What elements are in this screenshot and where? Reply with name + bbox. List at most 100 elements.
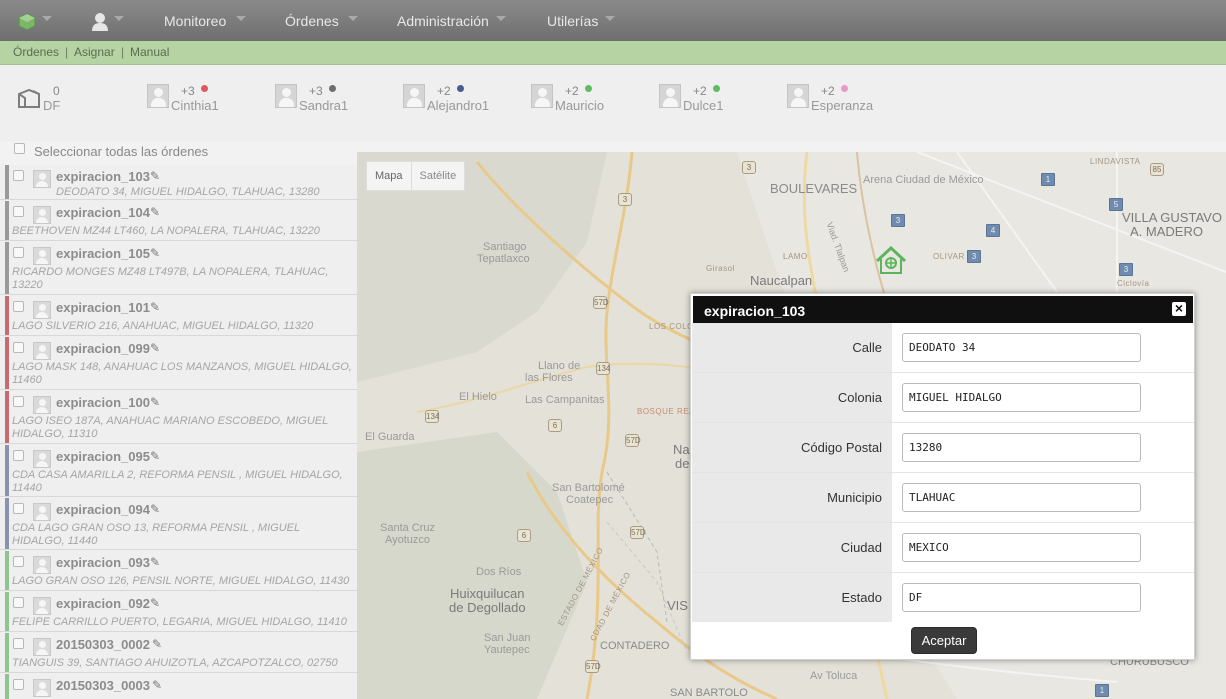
road-marker: 5 [1109, 198, 1123, 211]
agent-item[interactable]: +3 Sandra1 [275, 84, 365, 114]
subnav-asignar-link[interactable]: Asignar [74, 45, 115, 59]
map-label: Santa Cruz [380, 522, 436, 534]
order-checkbox[interactable] [13, 206, 24, 217]
form-label-cell: Ciudad [692, 523, 892, 572]
order-name[interactable]: expiracion_105 [56, 246, 150, 261]
order-name[interactable]: expiracion_095 [56, 449, 150, 464]
order-checkbox[interactable] [13, 503, 24, 514]
user-menu-caret-icon[interactable] [114, 16, 124, 21]
pencil-edit-icon[interactable]: ✎ [152, 637, 162, 651]
nav-ordenes[interactable]: Órdenes [285, 13, 339, 29]
cube-logo-icon[interactable] [18, 13, 36, 31]
list-item[interactable]: expiracion_092 ✎ FELIPE CARRILLO PUERTO,… [0, 592, 357, 632]
form-row-codigo-postal: Código Postal 13280 [692, 423, 1194, 473]
list-item[interactable]: expiracion_101 ✎ LAGO SILVERIO 216, ANAH… [0, 296, 357, 336]
list-item[interactable]: expiracion_099 ✎ LAGO MASK 148, ANAHUAC … [0, 337, 357, 390]
order-checkbox[interactable] [13, 170, 24, 181]
pencil-edit-icon[interactable]: ✎ [152, 678, 162, 692]
field-label: Ciudad [840, 540, 882, 555]
order-color-stripe [5, 296, 9, 335]
map-label: LINDAVISTA [1090, 157, 1141, 166]
order-checkbox[interactable] [13, 556, 24, 567]
order-name[interactable]: expiracion_100 [56, 395, 150, 410]
list-item[interactable]: expiracion_105 ✎ RICARDO MONGES MZ48 LT4… [0, 242, 357, 295]
order-name[interactable]: expiracion_103 [56, 169, 150, 184]
pencil-edit-icon[interactable]: ✎ [150, 169, 160, 183]
nav-monitoreo[interactable]: Monitoreo [164, 13, 226, 29]
logo-menu-caret-icon[interactable] [42, 16, 52, 21]
order-color-stripe [5, 242, 9, 294]
home-location-marker-icon[interactable] [873, 245, 909, 277]
order-name[interactable]: 20150303_0003 [56, 678, 150, 693]
agent-avatar [33, 206, 51, 224]
order-checkbox[interactable] [13, 301, 24, 312]
list-item[interactable]: expiracion_093 ✎ LAGO GRAN OSO 126, PENS… [0, 551, 357, 591]
agent-item[interactable]: +3 Cinthia1 [147, 84, 237, 114]
pencil-edit-icon[interactable]: ✎ [150, 205, 160, 219]
municipio-field[interactable]: TLAHUAC [902, 483, 1141, 512]
order-name[interactable]: expiracion_104 [56, 205, 150, 220]
agent-status-dot [201, 85, 208, 92]
list-item[interactable]: expiracion_094 ✎ CDA LAGO GRAN OSO 13, R… [0, 498, 357, 550]
pencil-edit-icon[interactable]: ✎ [150, 449, 160, 463]
nav-utilerias[interactable]: Utilerías [547, 13, 598, 29]
pencil-edit-icon[interactable]: ✎ [150, 246, 160, 260]
agent-item[interactable]: +2 Mauricio [531, 84, 621, 114]
codigo-postal-field[interactable]: 13280 [902, 433, 1141, 462]
pencil-edit-icon[interactable]: ✎ [150, 502, 160, 516]
subnav-manual-link[interactable]: Manual [130, 45, 169, 59]
user-menu-icon[interactable] [90, 12, 110, 32]
pencil-edit-icon[interactable]: ✎ [150, 555, 160, 569]
order-name[interactable]: expiracion_094 [56, 502, 150, 517]
subnav-ordenes-link[interactable]: Órdenes [13, 45, 59, 59]
agent-status-dot [713, 85, 720, 92]
colonia-field[interactable]: MIGUEL HIDALGO [902, 383, 1141, 412]
order-name[interactable]: expiracion_093 [56, 555, 150, 570]
highway-shield: 3 [618, 193, 632, 206]
form-label-cell: Municipio [692, 473, 892, 522]
list-item[interactable]: expiracion_100 ✎ LAGO ISEO 187A, ANAHUAC… [0, 391, 357, 444]
pencil-edit-icon[interactable]: ✎ [150, 300, 160, 314]
order-color-stripe [5, 201, 9, 240]
order-checkbox[interactable] [13, 396, 24, 407]
map-type-mapa-button[interactable]: Mapa [367, 162, 412, 190]
list-item[interactable]: 20150303_0002 ✎ TIANGUIS 39, SANTIAGO AH… [0, 633, 357, 673]
order-color-stripe [5, 337, 9, 389]
list-item[interactable]: 20150303_0003 ✎ [0, 674, 357, 699]
nav-administracion[interactable]: Administración [397, 13, 489, 29]
order-checkbox[interactable] [13, 638, 24, 649]
select-all-checkbox[interactable] [14, 143, 25, 154]
map-type-satelite-button[interactable]: Satélite [412, 162, 465, 190]
agent-item[interactable]: +2 Alejandro1 [403, 84, 503, 114]
highway-shield: 6 [517, 529, 531, 542]
pencil-edit-icon[interactable]: ✎ [150, 596, 160, 610]
map-label: A. MADERO [1130, 224, 1203, 239]
calle-field[interactable]: DEODATO 34 [902, 333, 1141, 362]
order-address: LAGO GRAN OSO 126, PENSIL NORTE, MIGUEL … [12, 575, 350, 587]
list-item[interactable]: expiracion_103 ✎ DEODATO 34, MIGUEL HIDA… [0, 165, 357, 200]
highway-shield: 57D [593, 296, 609, 309]
order-checkbox[interactable] [13, 247, 24, 258]
order-name[interactable]: expiracion_101 [56, 300, 150, 315]
accept-button[interactable]: Aceptar [911, 627, 977, 654]
map-label: Arena Ciudad de México [863, 174, 984, 186]
agent-item[interactable]: +2 Dulce1 [659, 84, 749, 114]
ciudad-field[interactable]: MEXICO [902, 533, 1141, 562]
agent-item[interactable]: +2 Esperanza [787, 84, 887, 114]
order-checkbox[interactable] [13, 450, 24, 461]
order-checkbox[interactable] [13, 679, 24, 690]
order-name[interactable]: expiracion_099 [56, 341, 150, 356]
order-name[interactable]: 20150303_0002 [56, 637, 150, 652]
agent-count: +2 [565, 84, 579, 98]
list-item[interactable]: expiracion_095 ✎ CDA CASA AMARILLA 2, RE… [0, 445, 357, 497]
select-all-label: Seleccionar todas las órdenes [34, 144, 209, 159]
warehouse-item[interactable]: 0 DF [16, 84, 76, 114]
order-checkbox[interactable] [13, 597, 24, 608]
list-item[interactable]: expiracion_104 ✎ BEETHOVEN MZ44 LT460, L… [0, 201, 357, 241]
pencil-edit-icon[interactable]: ✎ [150, 341, 160, 355]
order-name[interactable]: expiracion_092 [56, 596, 150, 611]
estado-field[interactable]: DF [902, 583, 1141, 612]
pencil-edit-icon[interactable]: ✎ [150, 395, 160, 409]
close-icon[interactable]: × [1172, 301, 1186, 316]
order-checkbox[interactable] [13, 342, 24, 353]
